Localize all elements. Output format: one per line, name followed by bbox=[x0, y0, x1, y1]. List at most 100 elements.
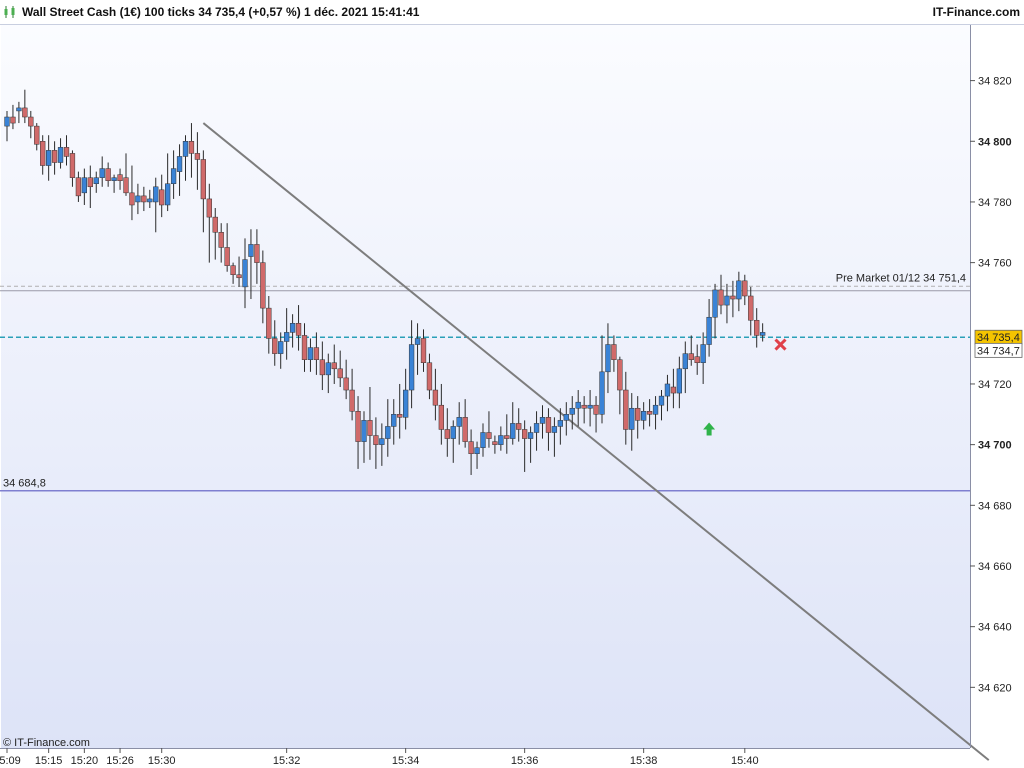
last-price-tag: 34 735,4 bbox=[974, 329, 1023, 345]
candle-body bbox=[718, 289, 724, 306]
candle-body bbox=[16, 107, 22, 112]
candle-body bbox=[40, 141, 46, 166]
x-tick-label: 15:32 bbox=[273, 755, 301, 767]
candle-body bbox=[748, 295, 754, 321]
candle-body bbox=[664, 383, 671, 397]
candle-body bbox=[545, 417, 552, 433]
candle-body bbox=[236, 274, 242, 279]
candle-body bbox=[301, 335, 308, 360]
candle-body bbox=[153, 186, 159, 203]
candle-body bbox=[69, 153, 76, 178]
plot-area bbox=[1, 25, 970, 748]
candle-body bbox=[254, 244, 260, 263]
support-label: 34 684,8 bbox=[3, 478, 46, 490]
candle-body bbox=[266, 307, 272, 339]
candle-body bbox=[551, 426, 558, 433]
candle-body bbox=[498, 435, 504, 445]
y-tick-label: 34 680 bbox=[978, 500, 1012, 512]
candle-body bbox=[724, 295, 730, 306]
candle-body bbox=[34, 125, 40, 145]
candle-body bbox=[611, 344, 617, 360]
premarket-label: Pre Market 01/12 34 751,4 bbox=[836, 273, 966, 285]
candle-body bbox=[581, 404, 587, 409]
candle-body bbox=[75, 177, 82, 197]
candle-body bbox=[289, 323, 296, 333]
candle-body bbox=[420, 338, 427, 363]
candle-body bbox=[379, 438, 385, 445]
candle-body bbox=[272, 338, 278, 354]
candle-body bbox=[426, 362, 433, 391]
candle-body bbox=[730, 295, 736, 300]
candle-body bbox=[533, 423, 540, 433]
candle-body bbox=[331, 362, 337, 370]
price-tag-label: 34 734,7 bbox=[977, 345, 1020, 357]
candle-body bbox=[385, 426, 391, 439]
candle-body bbox=[313, 347, 320, 360]
candle-body bbox=[284, 332, 290, 342]
candle-body bbox=[63, 147, 70, 157]
candle-body bbox=[629, 407, 635, 430]
candle-body bbox=[260, 262, 266, 309]
candle-body bbox=[367, 420, 373, 436]
candle-body bbox=[587, 404, 593, 409]
candle-body bbox=[706, 316, 712, 345]
candle-body bbox=[46, 150, 52, 166]
candle-body bbox=[248, 244, 254, 257]
y-tick-label: 34 820 bbox=[978, 76, 1012, 88]
candle-body bbox=[176, 156, 183, 172]
candle-body bbox=[432, 389, 439, 406]
candle-body bbox=[81, 177, 87, 194]
price-tag-label: 34 735,4 bbox=[977, 332, 1020, 344]
candle-body bbox=[10, 116, 16, 124]
candle-body bbox=[480, 432, 486, 448]
candle-body bbox=[105, 168, 111, 181]
candle-body bbox=[28, 116, 34, 127]
candle-body bbox=[337, 368, 343, 379]
candle-body bbox=[111, 177, 117, 181]
candle-body bbox=[444, 429, 450, 439]
candle-body bbox=[206, 198, 212, 218]
candle-body bbox=[188, 141, 195, 154]
candle-body bbox=[4, 116, 10, 127]
candle-body bbox=[165, 183, 171, 206]
candle-body bbox=[646, 411, 653, 415]
candle-body bbox=[224, 247, 230, 266]
candle-body bbox=[510, 423, 516, 439]
candle-body bbox=[230, 265, 236, 276]
candle-body bbox=[522, 429, 528, 439]
candle-body bbox=[492, 441, 498, 445]
candle-body bbox=[325, 362, 331, 376]
candle-body bbox=[438, 404, 445, 430]
x-tick-label: 15:20 bbox=[71, 755, 99, 767]
candle-body bbox=[760, 332, 766, 336]
y-tick-label: 34 660 bbox=[978, 561, 1012, 573]
y-tick-label: 34 620 bbox=[978, 682, 1012, 694]
candle-body bbox=[527, 432, 534, 439]
candle-body bbox=[57, 147, 64, 163]
candle-body bbox=[599, 371, 605, 415]
x-tick-label: 15:34 bbox=[392, 755, 420, 767]
candlestick-chart[interactable]: Pre Market 01/12 34 751,4 34 684,8 34 820… bbox=[0, 0, 1024, 768]
candle-body bbox=[93, 177, 99, 184]
candle-body bbox=[694, 356, 700, 363]
candle-body bbox=[486, 432, 492, 439]
candle-body bbox=[343, 377, 349, 391]
copyright-text: © IT-Finance.com bbox=[3, 737, 90, 749]
x-tick-label: 15:26 bbox=[106, 755, 134, 767]
candle-body bbox=[700, 344, 706, 363]
candle-body bbox=[569, 407, 575, 415]
candle-body bbox=[635, 407, 641, 421]
candle-body bbox=[563, 414, 569, 421]
candle-body bbox=[182, 141, 189, 157]
candle-body bbox=[593, 404, 599, 415]
candle-body bbox=[408, 344, 415, 391]
candle-body bbox=[218, 232, 224, 248]
candle-body bbox=[682, 353, 688, 370]
y-tick-label: 34 800 bbox=[978, 136, 1012, 148]
x-tick-label: 15:36 bbox=[511, 755, 539, 767]
x-tick-label: 15:40 bbox=[731, 755, 759, 767]
candle-body bbox=[557, 420, 564, 427]
candle-body bbox=[141, 195, 147, 203]
candle-body bbox=[450, 426, 456, 439]
candle-body bbox=[736, 280, 742, 300]
